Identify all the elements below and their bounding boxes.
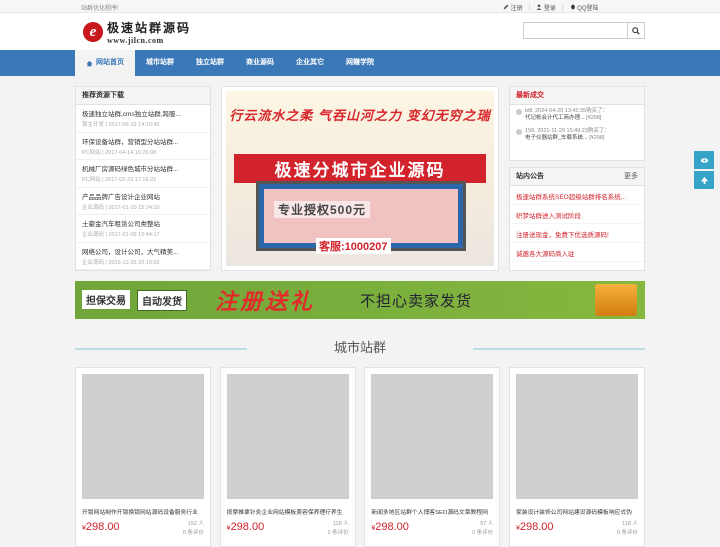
product-name[interactable]: 按摩推拿针灸企业网站模板美容保养理疗养生 bbox=[227, 507, 351, 516]
header: e 极速站群源码 www.jilcn.com bbox=[0, 13, 720, 50]
site-logo[interactable]: e 极速站群源码 www.jilcn.com bbox=[83, 19, 191, 45]
logo-mark: e bbox=[83, 22, 103, 42]
notice-item[interactable]: 织梦站群进入测试阶段 bbox=[510, 205, 644, 224]
top-slogan: 站群优化程序! bbox=[81, 6, 119, 12]
product-price: ¥298.00 bbox=[515, 521, 554, 533]
floating-tools bbox=[694, 151, 714, 191]
ad-headline: 注册送礼 bbox=[215, 289, 316, 314]
banner-auth: 专业授权500元 bbox=[274, 201, 371, 218]
nav-enterprise-other[interactable]: 企业其它 bbox=[285, 50, 335, 76]
product-card[interactable]: 按摩推拿针灸企业网站模板美容保养理疗养生 ¥298.00 118 人0 条评价 bbox=[219, 367, 356, 547]
banner-qq: 客服:1000207 bbox=[316, 238, 391, 254]
nav-earning-academy[interactable]: 网赚学院 bbox=[335, 50, 385, 76]
product-stats: 118 人0 条评价 bbox=[327, 521, 349, 536]
notice-item[interactable]: 诚邀各大源码商入驻 bbox=[510, 243, 644, 262]
latest-deals: 最新成交 tdll. 2024-04-29 13:42:35购买了： 代记帐会计代… bbox=[509, 86, 645, 161]
nav-independent-sites[interactable]: 独立站群 bbox=[185, 50, 235, 76]
notices-title: 站内公告 更多 bbox=[510, 168, 644, 186]
gift-box-icon bbox=[595, 284, 637, 316]
arrow-up-icon bbox=[700, 176, 708, 184]
nav-home[interactable]: 网站首页 bbox=[75, 50, 135, 76]
nav-commercial-source[interactable]: 商业源码 bbox=[235, 50, 285, 76]
top-links: 注册 | 登录 | QQ登陆 bbox=[503, 3, 639, 12]
product-name[interactable]: 家装设计装饰公司网站建设源码模板响应式伪 bbox=[516, 507, 640, 516]
banner-slogan: 行云流水之柔 气吞山河之力 变幻无穷之瑞 bbox=[229, 108, 491, 123]
home-icon bbox=[86, 60, 93, 66]
pencil-icon bbox=[503, 4, 509, 10]
product-card[interactable]: 家装设计装饰公司网站建设源码模板响应式伪 ¥298.00 118 人0 条评价 bbox=[508, 367, 645, 547]
product-price: ¥298.00 bbox=[371, 521, 409, 533]
recommended-downloads: 推荐资源下载 极速独立站群,cms独立站群,跨服... 首主开发 | 2017-0… bbox=[75, 86, 211, 271]
list-item[interactable]: 机械厂房源码绿色城市分站站群... PC网站 | 2017-02-23 17:16… bbox=[76, 160, 210, 188]
search-input[interactable] bbox=[523, 22, 628, 39]
product-price: ¥298.00 bbox=[226, 521, 265, 533]
search-button[interactable] bbox=[628, 22, 645, 39]
product-thumbnail[interactable] bbox=[515, 374, 638, 499]
ad-subtitle: 不担心卖家发货 bbox=[360, 293, 473, 310]
ad-tag-auto-ship: 自动发货 bbox=[137, 290, 187, 311]
banner-panel: 行云流水之柔 气吞山河之力 变幻无穷之瑞 极速分城市企业源码 专业授权500元 … bbox=[221, 86, 499, 271]
banner-title: 极速分城市企业源码 bbox=[234, 154, 486, 183]
product-price: ¥298.00 bbox=[82, 521, 120, 533]
eye-icon bbox=[700, 157, 708, 163]
product-name[interactable]: 开锁网站制作开锁换锁网站源码设备服务行业 bbox=[82, 507, 206, 516]
promo-banner[interactable]: 行云流水之柔 气吞山河之力 变幻无穷之瑞 极速分城市企业源码 专业授权500元 … bbox=[226, 91, 494, 266]
product-card[interactable]: 新闻多地区站群个人博客SEO源码文章教程网 ¥298.00 97 人0 条评价 bbox=[364, 367, 501, 547]
back-to-top-button[interactable] bbox=[694, 171, 714, 189]
ad-banner[interactable]: 担保交易 自动发货 注册送礼 不担心卖家发货 bbox=[75, 281, 645, 319]
qq-icon bbox=[570, 4, 575, 10]
product-thumbnail[interactable] bbox=[226, 374, 349, 499]
list-item[interactable]: 土豪金汽车租赁公司类整站 企业源码 | 2017-01-09 15:44:17 bbox=[76, 215, 210, 243]
recommended-title: 推荐资源下载 bbox=[76, 87, 210, 105]
register-link[interactable]: 注册 bbox=[503, 3, 523, 12]
ad-tag-escrow: 担保交易 bbox=[82, 290, 130, 309]
section-title: 城市站群 bbox=[333, 340, 386, 355]
search-box bbox=[523, 22, 645, 39]
eye-button[interactable] bbox=[694, 151, 714, 169]
list-item[interactable]: 环保设备站群，营销型分站站群... PC网站 | 2017-04-14 16:26… bbox=[76, 133, 210, 160]
list-item[interactable]: 极速独立站群,cms独立站群,跨服... 首主开发 | 2017-05-19 14… bbox=[76, 105, 210, 133]
list-item[interactable]: 产品品牌广告设计企业网站 企业源码 | 2017-01-10 15:24:10 bbox=[76, 188, 210, 215]
product-stats: 152 人0 条评价 bbox=[182, 521, 204, 536]
logo-en: www.jilcn.com bbox=[107, 36, 164, 45]
product-thumbnail[interactable] bbox=[82, 374, 204, 499]
qq-login-link[interactable]: QQ登陆 bbox=[570, 3, 599, 12]
logo-cn: 极速站群源码 bbox=[107, 21, 192, 35]
login-link[interactable]: 登录 bbox=[536, 3, 556, 12]
main-content: 推荐资源下载 极速独立站群,cms独立站群,跨服... 首主开发 | 2017-0… bbox=[75, 86, 645, 547]
product-grid: 开锁网站制作开锁换锁网站源码设备服务行业 ¥298.00 152 人0 条评价 … bbox=[75, 367, 645, 547]
nav-city-sites[interactable]: 城市站群 bbox=[135, 50, 185, 76]
product-name[interactable]: 新闻多地区站群个人博客SEO源码文章教程网 bbox=[371, 507, 495, 516]
notice-item[interactable]: 注册送现金，免费下优选质源码! bbox=[510, 224, 644, 243]
section-city-sites: 城市站群 bbox=[75, 339, 645, 361]
avatar bbox=[516, 109, 522, 115]
product-stats: 97 人0 条评价 bbox=[472, 521, 494, 536]
notice-item[interactable]: 极速站群系统SEO超级站群排名系统... bbox=[510, 186, 644, 205]
product-stats: 118 人0 条评价 bbox=[616, 521, 638, 536]
notices-more-link[interactable]: 更多 bbox=[624, 168, 638, 186]
product-thumbnail[interactable] bbox=[371, 374, 494, 499]
user-icon bbox=[536, 4, 542, 10]
deal-item[interactable]: tdll. 2024-04-29 13:42:35购买了： 代记帐会计代工商办理.… bbox=[516, 108, 638, 122]
latest-deals-title: 最新成交 bbox=[510, 87, 644, 105]
site-notices: 站内公告 更多 极速站群系统SEO超级站群排名系统... 织梦站群进入测试阶段 … bbox=[509, 167, 645, 271]
search-icon bbox=[632, 26, 640, 35]
main-nav: 网站首页 城市站群 独立站群 商业源码 企业其它 网赚学院 bbox=[0, 50, 720, 76]
top-bar: 站群优化程序! 注册 | 登录 | QQ登陆 bbox=[0, 0, 720, 13]
deal-item[interactable]: 158. 2021-11-29 15:49:23购买了： 电子仪器站群_车载系统.… bbox=[516, 128, 638, 142]
avatar bbox=[516, 129, 522, 135]
product-card[interactable]: 开锁网站制作开锁换锁网站源码设备服务行业 ¥298.00 152 人0 条评价 bbox=[75, 367, 211, 547]
list-item[interactable]: 网络公司，设计公司，大气精美... 企业源码 | 2016-12-25 20:19… bbox=[76, 243, 210, 270]
